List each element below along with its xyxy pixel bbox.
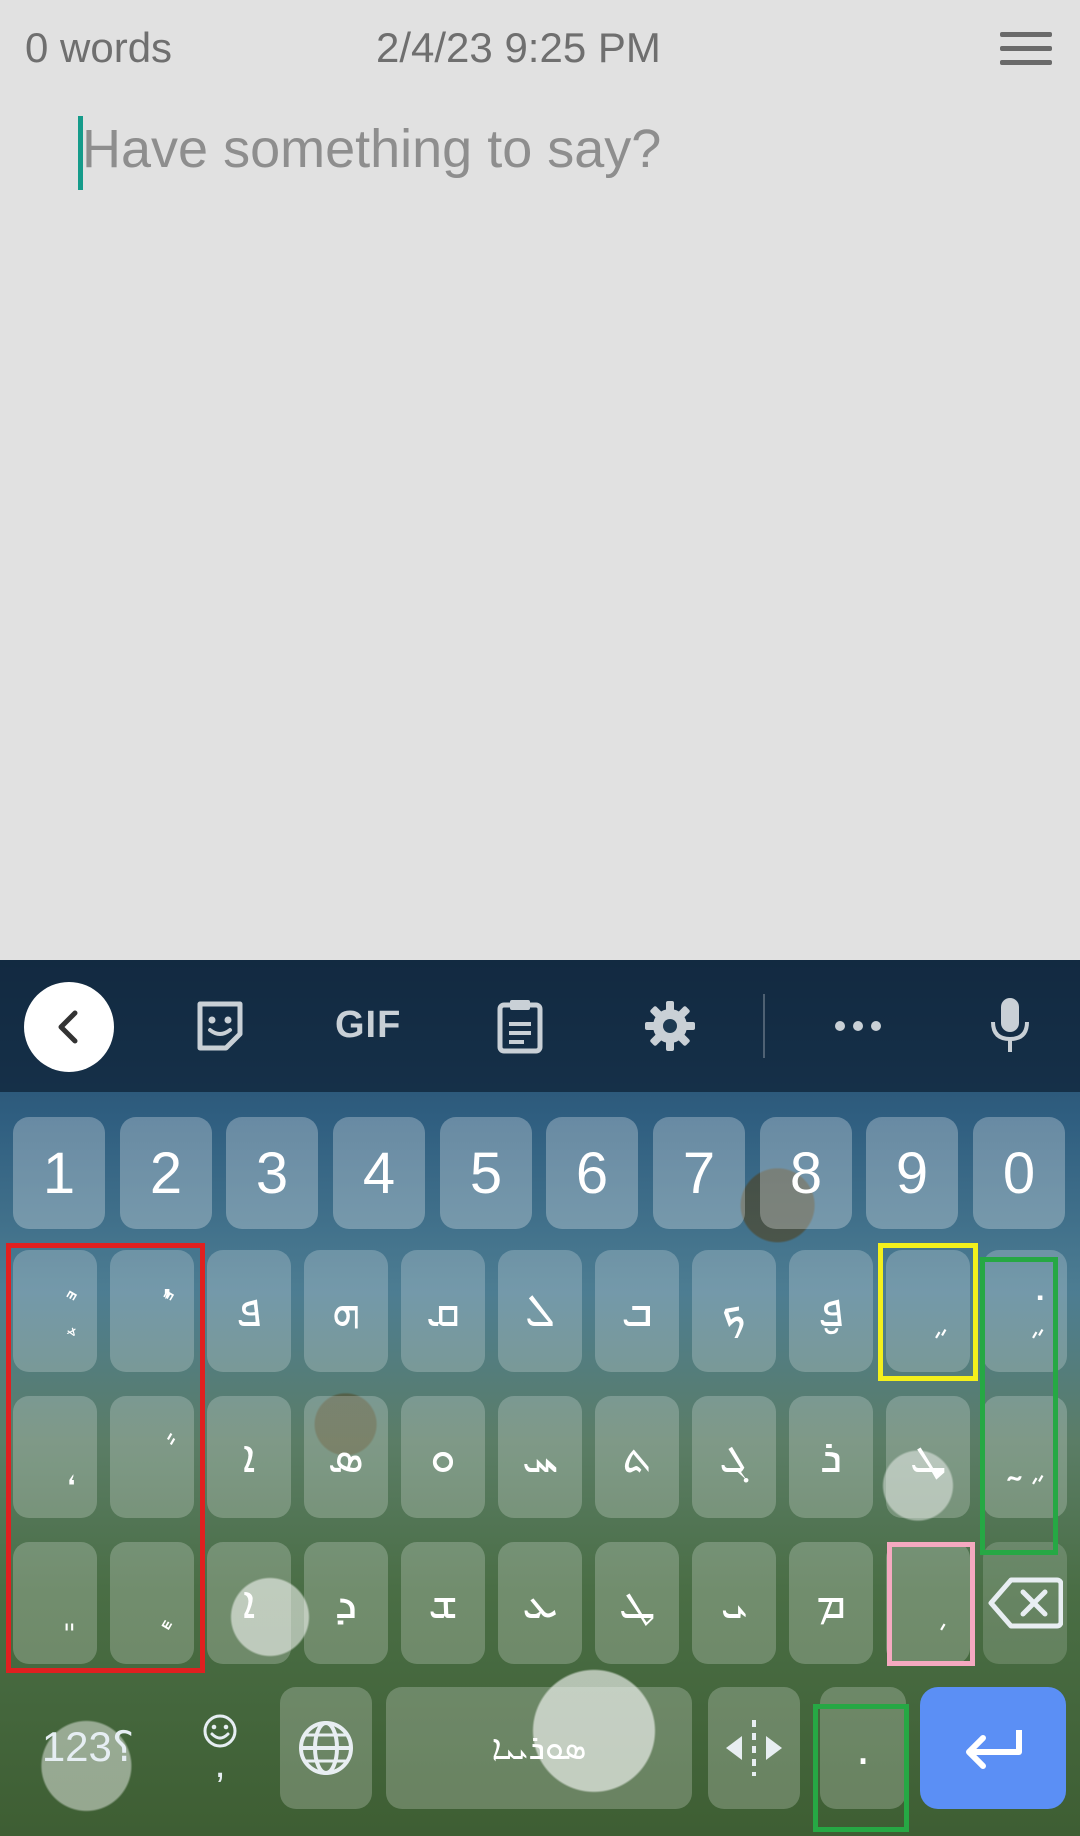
hamburger-menu-icon[interactable]	[996, 26, 1056, 72]
key-letter[interactable]: ܘ	[401, 1396, 485, 1518]
key-letter[interactable]: ܐ	[207, 1542, 291, 1664]
key-letter[interactable]: ܒ	[595, 1250, 679, 1372]
key-letter[interactable]: ܛ	[595, 1542, 679, 1664]
key-letter[interactable]: ܦ	[207, 1250, 291, 1372]
key-letter[interactable]: ܣ	[304, 1396, 388, 1518]
status-bar: 0 words 2/4/23 9:25 PM	[0, 0, 1080, 100]
enter-icon	[966, 1730, 1022, 1769]
backspace-icon	[988, 1577, 1063, 1629]
key-letter[interactable]: ܗ	[304, 1250, 388, 1372]
on-screen-keyboard: GIF 1 2 3 4 5 6 7 8 9 0 ܱܶ ܳܶ ܦ ܗ ܩ ܠ ܒ …	[0, 960, 1080, 1836]
key-letter[interactable]: ܕ	[304, 1542, 388, 1664]
key-8[interactable]: 8	[760, 1117, 852, 1229]
key-diacritic-2[interactable]: ܳܶ	[110, 1250, 194, 1372]
key-0[interactable]: 0	[973, 1117, 1065, 1229]
enter-key[interactable]	[920, 1687, 1066, 1809]
key-diacritic-7[interactable]: ܹ̰	[983, 1396, 1067, 1518]
key-diacritic-9[interactable]: ܷ	[110, 1542, 194, 1664]
emoji-comma-key[interactable]: ,	[182, 1685, 258, 1807]
clipboard-icon[interactable]	[488, 994, 552, 1058]
key-letter[interactable]: ܚ	[498, 1396, 582, 1518]
key-6[interactable]: 6	[546, 1117, 638, 1229]
period-key[interactable]: .	[820, 1687, 906, 1809]
key-letter[interactable]: ܐ	[207, 1396, 291, 1518]
sticker-icon[interactable]	[188, 994, 252, 1058]
keyboard-toolbar: GIF	[0, 960, 1080, 1092]
cursor-move-key[interactable]	[708, 1687, 800, 1809]
key-letter[interactable]: ܦ̮	[789, 1250, 873, 1372]
key-diacritic-1[interactable]: ܱܶ	[13, 1250, 97, 1372]
key-letter[interactable]: ܬ	[595, 1396, 679, 1518]
key-letter[interactable]: ܠ	[498, 1250, 582, 1372]
key-letter[interactable]: ܫ	[401, 1542, 485, 1664]
backspace-key[interactable]	[983, 1542, 1067, 1664]
key-5[interactable]: 5	[440, 1117, 532, 1229]
key-2[interactable]: 2	[120, 1117, 212, 1229]
key-diacritic-4[interactable]: ܹ݁	[983, 1250, 1067, 1372]
comma-label: ,	[214, 1742, 226, 1786]
globe-icon	[299, 1721, 353, 1775]
key-7[interactable]: 7	[653, 1117, 745, 1229]
key-diacritic-10[interactable]: ܼ	[886, 1542, 970, 1664]
key-1[interactable]: 1	[13, 1117, 105, 1229]
key-letter[interactable]: ܡ	[789, 1542, 873, 1664]
space-key[interactable]: ܣܘܪܝܝܐ	[386, 1687, 692, 1809]
key-3[interactable]: 3	[226, 1117, 318, 1229]
key-letter[interactable]: ܥ	[498, 1542, 582, 1664]
symbols-key[interactable]: ؟123	[28, 1685, 148, 1807]
word-count: 0 words	[25, 24, 173, 71]
key-letter[interactable]: ܟ	[692, 1250, 776, 1372]
key-letter[interactable]: ܪ	[789, 1396, 873, 1518]
key-diacritic-6[interactable]: ܵ	[110, 1396, 194, 1518]
note-text-input[interactable]: Have something to say?	[82, 118, 661, 180]
key-letter[interactable]: ܩ	[401, 1250, 485, 1372]
gear-icon[interactable]	[638, 994, 702, 1058]
back-icon[interactable]	[24, 982, 114, 1072]
key-9[interactable]: 9	[866, 1117, 958, 1229]
cursor-arrows-icon	[726, 1720, 782, 1776]
key-diacritic-8[interactable]: ܸ	[13, 1542, 97, 1664]
key-letter[interactable]: ܓ	[692, 1396, 776, 1518]
key-4[interactable]: 4	[333, 1117, 425, 1229]
key-diacritic-3[interactable]: ܹ	[886, 1250, 970, 1372]
mic-icon[interactable]	[978, 994, 1042, 1058]
key-letter[interactable]: ܜ	[886, 1396, 970, 1518]
toolbar-divider	[763, 994, 765, 1058]
gif-button[interactable]: GIF	[335, 1004, 401, 1047]
timestamp: 2/4/23 9:25 PM	[376, 24, 661, 71]
language-key[interactable]	[280, 1687, 372, 1809]
key-letter[interactable]: ܝ	[692, 1542, 776, 1664]
key-diacritic-5[interactable]: ܴ	[13, 1396, 97, 1518]
more-icon[interactable]	[826, 994, 890, 1058]
